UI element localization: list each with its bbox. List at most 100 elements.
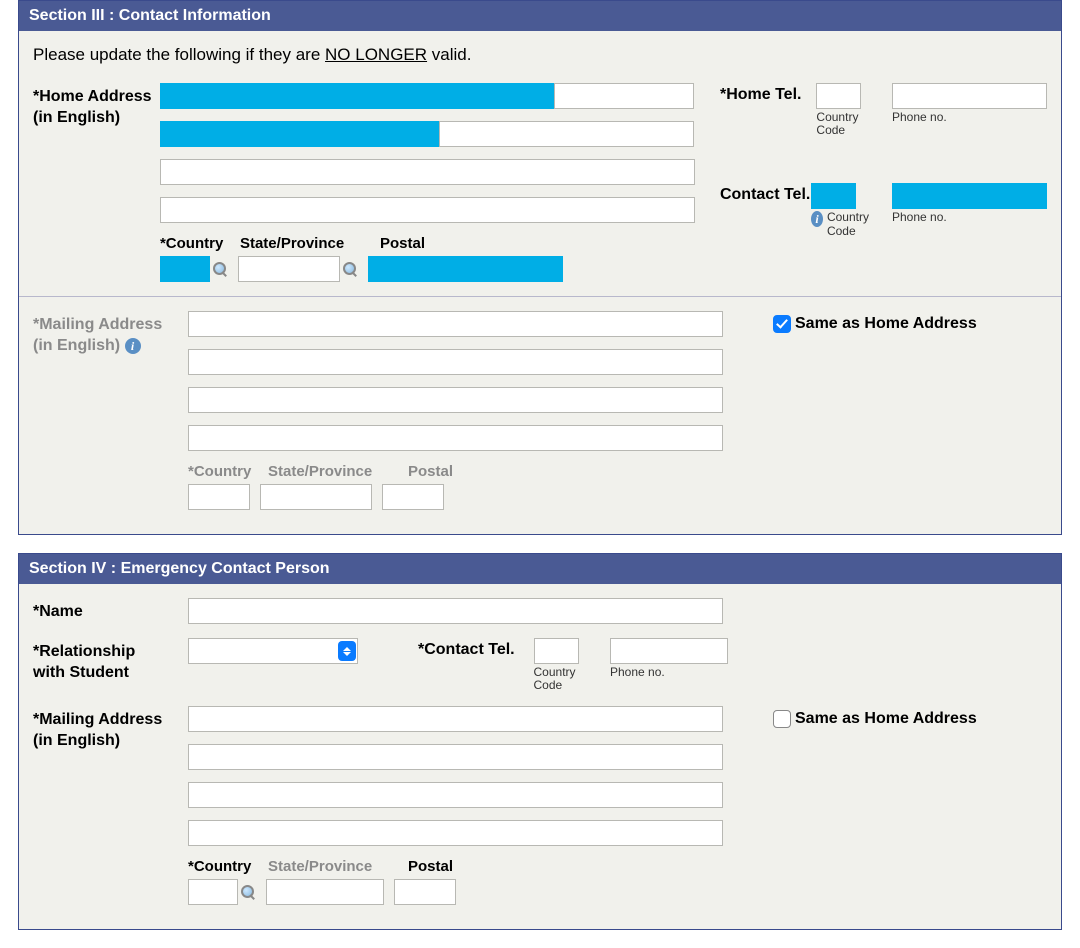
emergency-same-as-home-label: Same as Home Address (795, 710, 977, 728)
home-address-label-l2: (in English) (33, 108, 160, 129)
emergency-sub-labels: *Country State/Province Postal (188, 858, 728, 875)
home-addr-line2b[interactable] (439, 121, 694, 147)
same-as-home-label: Same as Home Address (795, 315, 977, 333)
contact-tel-label: Contact Tel. (720, 183, 811, 204)
relationship-label-l2: with Student (33, 663, 188, 684)
mailing-address-label: *Mailing Address (in English) i (33, 311, 188, 357)
contact-tel-phone-label: Phone no. (892, 211, 1047, 224)
emergency-same-as-home-checkbox[interactable] (773, 710, 791, 728)
instruction-pre: Please update the following if they are (33, 45, 325, 64)
emergency-state-input[interactable] (266, 879, 384, 905)
emergency-postal-label: Postal (408, 858, 508, 875)
home-tel-phone-label: Phone no. (892, 111, 1047, 124)
mailing-address-fields: *Country State/Province Postal (188, 311, 728, 510)
lookup-icon[interactable] (212, 261, 228, 277)
home-address-fields: *Country State/Province Postal (160, 83, 700, 282)
info-icon[interactable]: i (125, 338, 141, 354)
instruction-underline: NO LONGER (325, 45, 427, 64)
relationship-select-wrap (188, 638, 358, 664)
home-address-row: *Home Address (in English) (33, 83, 1047, 282)
home-address-label-l1: *Home Address (33, 87, 160, 108)
emergency-name-input[interactable] (188, 598, 723, 624)
emergency-tel-phone[interactable] (610, 638, 728, 664)
lookup-icon[interactable] (240, 884, 256, 900)
mailing-addr-line3[interactable] (188, 387, 723, 413)
section-contact-info: Section III : Contact Information Please… (18, 0, 1062, 535)
home-sub-labels: *Country State/Province Postal (160, 235, 700, 252)
home-postal-label: Postal (380, 235, 480, 252)
mailing-address-label-l1: *Mailing Address (33, 315, 188, 336)
emergency-tel-country-code[interactable] (534, 638, 579, 664)
emergency-addr-line4[interactable] (188, 820, 723, 846)
emergency-state-label: State/Province (268, 858, 398, 875)
mailing-state-label: State/Province (268, 463, 398, 480)
emergency-name-row: *Name (33, 598, 1047, 624)
emergency-name-label: *Name (33, 598, 188, 623)
emergency-country-input[interactable] (188, 879, 238, 905)
mailing-sub-fields (188, 484, 728, 510)
home-state-label: State/Province (240, 235, 370, 252)
home-sub-fields (160, 256, 700, 282)
lookup-icon[interactable] (342, 261, 358, 277)
home-tel-label: *Home Tel. (720, 83, 816, 104)
mailing-addr-line1[interactable] (188, 311, 723, 337)
contact-tel-country-code[interactable] (811, 183, 856, 209)
contact-tel-row: Contact Tel. i Country Code Phone no. (720, 183, 1047, 237)
home-addr-line1b[interactable] (554, 83, 694, 109)
home-addr-line1a[interactable] (160, 83, 555, 109)
mailing-country-input[interactable] (188, 484, 250, 510)
mailing-addr-line4[interactable] (188, 425, 723, 451)
relationship-select[interactable] (188, 638, 358, 664)
divider (19, 296, 1061, 297)
emergency-addr-line2[interactable] (188, 744, 723, 770)
section3-header: Section III : Contact Information (19, 1, 1061, 31)
mailing-address-row: *Mailing Address (in English) i *Country… (33, 311, 1047, 510)
emergency-country-label: *Country (188, 858, 258, 875)
emergency-mailing-label-l2: (in English) (33, 731, 188, 752)
same-as-home-checkbox[interactable] (773, 315, 791, 333)
emergency-same-block: Same as Home Address (748, 706, 1047, 728)
emergency-relationship-label: *Relationship with Student (33, 638, 188, 684)
emergency-addr-line1[interactable] (188, 706, 723, 732)
section4-body: *Name *Relationship with Student *Contac… (19, 584, 1061, 929)
emergency-contact-tel-label: *Contact Tel. (418, 638, 534, 659)
mailing-state-input[interactable] (260, 484, 372, 510)
emergency-postal-input[interactable] (394, 879, 456, 905)
home-addr-line2a[interactable] (160, 121, 440, 147)
mailing-address-label-l2: (in English) (33, 337, 120, 354)
emergency-tel-cc-label: Country Code (534, 666, 600, 692)
emergency-addr-line3[interactable] (188, 782, 723, 808)
emergency-mailing-fields: *Country State/Province Postal (188, 706, 728, 905)
home-tel-phone[interactable] (892, 83, 1047, 109)
contact-tel-cc-label: Country Code (827, 211, 882, 237)
instruction-text: Please update the following if they are … (33, 45, 1047, 65)
emergency-mailing-row: *Mailing Address (in English) *Country S… (33, 706, 1047, 905)
home-country-label: *Country (160, 235, 230, 252)
mailing-country-label: *Country (188, 463, 258, 480)
relationship-label-l1: *Relationship (33, 642, 188, 663)
emergency-mailing-label-l1: *Mailing Address (33, 710, 188, 731)
home-tel-country-code[interactable] (816, 83, 861, 109)
home-addr-line4[interactable] (160, 197, 695, 223)
mailing-same-block: Same as Home Address (748, 311, 1047, 333)
mailing-postal-input[interactable] (382, 484, 444, 510)
home-addr-line3[interactable] (160, 159, 695, 185)
instruction-post: valid. (427, 45, 471, 64)
home-tel-cc-label: Country Code (816, 111, 882, 137)
emergency-mailing-label: *Mailing Address (in English) (33, 706, 188, 752)
section-emergency-contact: Section IV : Emergency Contact Person *N… (18, 553, 1062, 930)
home-address-label: *Home Address (in English) (33, 83, 160, 129)
mailing-postal-label: Postal (408, 463, 508, 480)
mailing-sub-labels: *Country State/Province Postal (188, 463, 728, 480)
section3-body: Please update the following if they are … (19, 31, 1061, 534)
home-tel-block: *Home Tel. Country Code Phone no. (720, 83, 1047, 248)
contact-tel-phone[interactable] (892, 183, 1047, 209)
info-icon[interactable]: i (811, 211, 823, 227)
emergency-sub-fields (188, 879, 728, 905)
emergency-tel-phone-label: Phone no. (610, 666, 728, 679)
home-postal-input[interactable] (368, 256, 563, 282)
home-state-input[interactable] (238, 256, 340, 282)
home-country-input[interactable] (160, 256, 210, 282)
emergency-relationship-row: *Relationship with Student *Contact Tel.… (33, 638, 1047, 692)
mailing-addr-line2[interactable] (188, 349, 723, 375)
